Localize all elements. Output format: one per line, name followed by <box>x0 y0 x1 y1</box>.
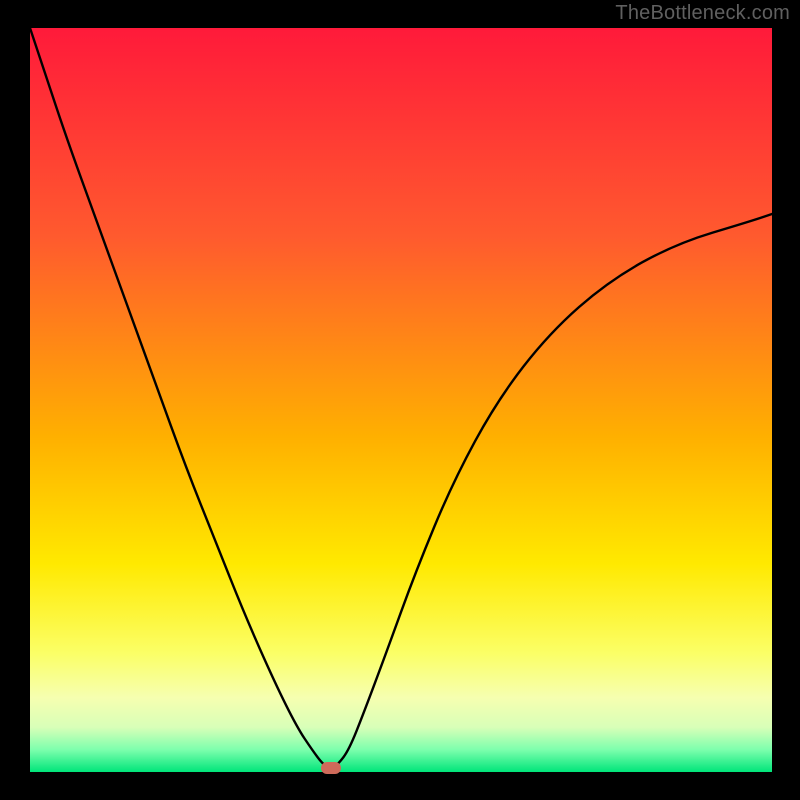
optimal-point-marker <box>321 762 341 774</box>
attribution-text: TheBottleneck.com <box>615 2 790 25</box>
chart-container: TheBottleneck.com <box>0 0 800 800</box>
gradient-background <box>30 28 772 772</box>
plot-frame <box>30 28 772 772</box>
plot-svg <box>30 28 772 772</box>
